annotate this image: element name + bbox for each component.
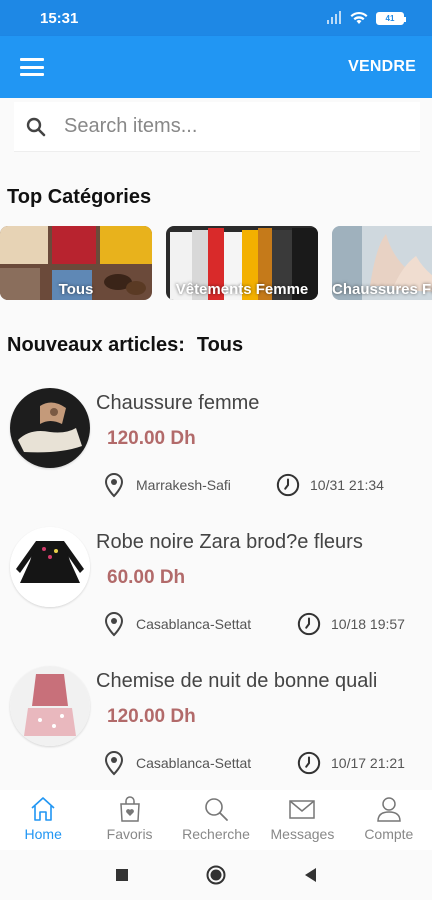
category-card-chaussures-femme[interactable]: Chaussures Femme bbox=[332, 226, 432, 300]
nav-label: Favoris bbox=[106, 826, 153, 842]
clock-icon bbox=[297, 751, 321, 775]
item-thumbnail bbox=[10, 666, 90, 746]
new-items-title: Nouveaux articles: bbox=[7, 334, 185, 356]
search-bar[interactable] bbox=[14, 102, 420, 152]
menu-icon[interactable] bbox=[20, 58, 44, 76]
sell-button[interactable]: VENDRE bbox=[348, 58, 416, 76]
battery-level: 41 bbox=[385, 13, 395, 23]
nav-home[interactable]: Home bbox=[0, 790, 86, 850]
category-label: Vêtements Femme bbox=[175, 281, 309, 298]
signal-icon bbox=[327, 11, 341, 24]
nav-label: Messages bbox=[270, 826, 335, 842]
back-icon[interactable] bbox=[303, 867, 317, 883]
account-icon bbox=[377, 797, 401, 822]
item-title: Robe noire Zara brod?e fleurs bbox=[96, 531, 363, 553]
new-items-filter[interactable]: Tous bbox=[197, 334, 243, 357]
nav-label: Home bbox=[24, 826, 62, 842]
search-icon bbox=[26, 117, 46, 136]
nav-recherche[interactable]: Recherche bbox=[173, 790, 259, 850]
item-price: 120.00 Dh bbox=[107, 706, 196, 727]
item-title: Chemise de nuit de bonne quali bbox=[96, 670, 378, 692]
new-items-header: Nouveaux articles: Tous bbox=[7, 334, 243, 357]
nav-label: Compte bbox=[364, 826, 414, 842]
top-categories-title: Top Catégories bbox=[7, 186, 152, 208]
location-text: Marrakesh-Safi bbox=[136, 477, 231, 493]
app-bar: VENDRE bbox=[0, 36, 432, 98]
item-price: 60.00 Dh bbox=[107, 567, 186, 588]
item-thumbnail bbox=[10, 527, 90, 607]
item-date: 10/31 21:34 bbox=[276, 472, 384, 498]
location-text: Casablanca-Settat bbox=[136, 616, 252, 632]
home-icon bbox=[31, 797, 55, 821]
list-item[interactable]: Chaussure femme 120.00 Dh Marrakesh-Safi… bbox=[0, 374, 432, 512]
item-location: Casablanca-Settat bbox=[102, 750, 251, 776]
nav-label: Recherche bbox=[182, 826, 250, 842]
search-icon bbox=[205, 798, 228, 821]
status-bar: 15:31 41 bbox=[0, 0, 432, 36]
location-pin-icon bbox=[104, 750, 124, 776]
category-card-vetements-femme[interactable]: Vêtements Femme bbox=[166, 226, 318, 300]
home-button-icon[interactable] bbox=[205, 864, 227, 886]
location-text: Casablanca-Settat bbox=[136, 755, 252, 771]
search-input[interactable] bbox=[64, 115, 384, 138]
clock-icon bbox=[297, 612, 321, 636]
recents-icon[interactable] bbox=[115, 868, 129, 882]
battery-icon: 41 bbox=[376, 11, 406, 25]
date-text: 10/31 21:34 bbox=[310, 477, 384, 493]
nav-messages[interactable]: Messages bbox=[259, 790, 345, 850]
item-thumbnail bbox=[10, 388, 90, 468]
status-time: 15:31 bbox=[40, 9, 79, 27]
list-item[interactable]: Chemise de nuit de bonne quali 120.00 Dh… bbox=[0, 652, 432, 790]
system-navigation bbox=[0, 850, 432, 900]
category-card-tous[interactable]: Tous bbox=[0, 226, 152, 300]
wifi-icon bbox=[350, 11, 368, 24]
status-icons: 41 bbox=[326, 11, 406, 25]
date-text: 10/17 21:21 bbox=[331, 755, 405, 771]
category-label: Tous bbox=[58, 281, 94, 298]
item-date: 10/18 19:57 bbox=[297, 611, 405, 637]
item-location: Casablanca-Settat bbox=[102, 611, 251, 637]
item-title: Chaussure femme bbox=[96, 392, 260, 414]
bottom-navigation: Home Favoris Recherche Messages Compte bbox=[0, 790, 432, 850]
item-location: Marrakesh-Safi bbox=[102, 472, 231, 498]
main-content: Top Catégories Tous bbox=[0, 98, 432, 790]
nav-favoris[interactable]: Favoris bbox=[86, 790, 172, 850]
category-carousel[interactable]: Tous Vêtements Femme Chaussures F bbox=[0, 226, 432, 302]
list-item[interactable]: Robe noire Zara brod?e fleurs 60.00 Dh C… bbox=[0, 513, 432, 651]
item-price: 120.00 Dh bbox=[107, 428, 196, 449]
location-pin-icon bbox=[104, 611, 124, 637]
item-date: 10/17 21:21 bbox=[297, 750, 405, 776]
nav-compte[interactable]: Compte bbox=[346, 790, 432, 850]
clock-icon bbox=[276, 473, 300, 497]
location-pin-icon bbox=[104, 472, 124, 498]
date-text: 10/18 19:57 bbox=[331, 616, 405, 632]
category-label: Chaussures Femme bbox=[332, 281, 432, 298]
mail-icon bbox=[289, 800, 316, 819]
favorites-bag-icon bbox=[119, 796, 140, 822]
